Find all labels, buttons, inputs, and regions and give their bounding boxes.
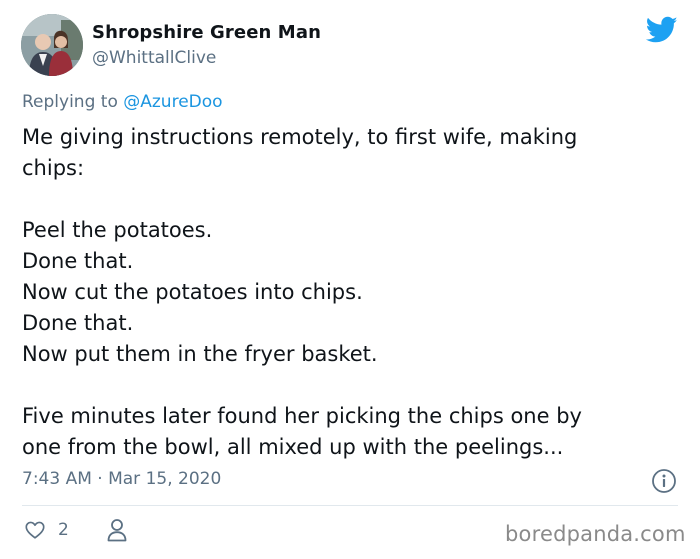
info-icon[interactable] xyxy=(651,468,677,494)
heart-outline-icon xyxy=(25,521,45,539)
tweet-card: Shropshire Green Man @WhittallClive Repl… xyxy=(0,0,700,559)
twitter-bird-icon[interactable] xyxy=(646,16,678,44)
tweet-line: Done that. xyxy=(22,311,134,335)
tweet-line: chips: xyxy=(22,156,85,180)
replying-prefix: Replying to xyxy=(22,92,124,112)
replying-to: Replying to @AzureDoo xyxy=(22,92,223,112)
tweet-timestamp[interactable]: 7:43 AM · Mar 15, 2020 xyxy=(22,469,221,489)
like-button[interactable]: 2 xyxy=(24,518,69,542)
like-count: 2 xyxy=(58,520,69,540)
reply-mention-link[interactable]: @AzureDoo xyxy=(123,92,222,112)
tweet-line: Me giving instructions remotely, to firs… xyxy=(22,125,578,149)
tweet-line: Now cut the potatoes into chips. xyxy=(22,280,363,304)
tweet-line: Five minutes later found her picking the… xyxy=(22,404,582,428)
profile-photo xyxy=(21,14,83,76)
tweet-line: Done that. xyxy=(22,249,134,273)
person-outline-icon[interactable] xyxy=(106,518,128,542)
tweet-text: Me giving instructions remotely, to firs… xyxy=(22,122,682,463)
tweet-line: Peel the potatoes. xyxy=(22,218,213,242)
user-handle[interactable]: @WhittallClive xyxy=(92,48,216,68)
tweet-line: one from the bowl, all mixed up with the… xyxy=(22,435,564,459)
divider xyxy=(22,505,678,506)
tweet-line: Now put them in the fryer basket. xyxy=(22,342,378,366)
display-name[interactable]: Shropshire Green Man xyxy=(92,22,321,43)
avatar[interactable] xyxy=(21,14,83,76)
watermark: boredpanda.com xyxy=(505,522,686,546)
